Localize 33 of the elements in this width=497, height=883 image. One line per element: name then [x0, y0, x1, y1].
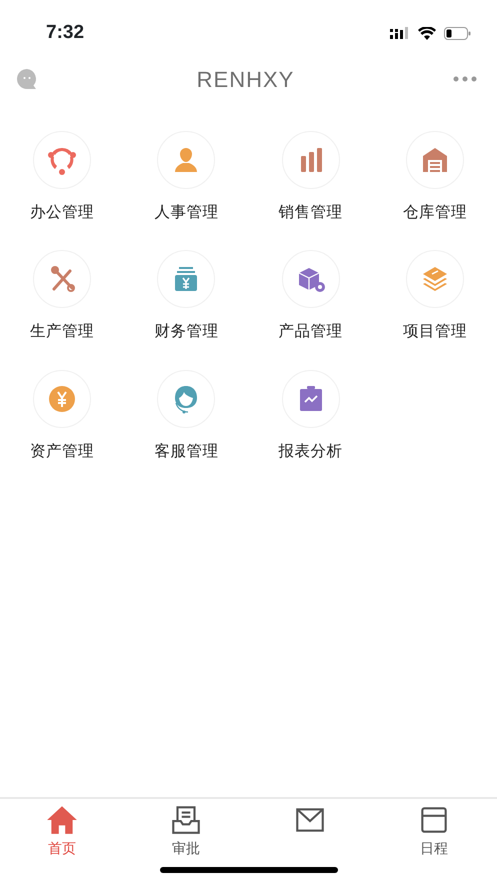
module-button[interactable] — [282, 131, 340, 189]
module-label: 办公管理 — [30, 202, 94, 223]
module-button[interactable] — [33, 370, 92, 428]
more-icon[interactable] — [453, 76, 477, 82]
module-label: 销售管理 — [278, 202, 343, 223]
module-label: 客服管理 — [154, 440, 218, 462]
module-label: 项目管理 — [402, 321, 467, 342]
tab-item[interactable]: 审批 — [124, 799, 248, 883]
module-label: 产品管理 — [278, 321, 343, 342]
wifi-icon — [418, 26, 436, 40]
module-label: 仓库管理 — [402, 202, 467, 223]
module-button[interactable] — [406, 131, 464, 189]
module-button[interactable] — [406, 250, 464, 308]
inbox-document-icon — [169, 803, 203, 837]
module-button[interactable] — [157, 131, 216, 189]
module-button[interactable] — [157, 370, 216, 428]
module-button[interactable] — [33, 131, 92, 189]
signal-icon — [390, 26, 410, 40]
status-time: 7:32 — [46, 20, 84, 45]
tab-item[interactable]: 首页 — [0, 799, 124, 883]
module-label: 人事管理 — [154, 202, 218, 223]
module-button[interactable] — [33, 250, 92, 308]
module-button[interactable] — [282, 250, 340, 308]
module-label: 资产管理 — [30, 440, 94, 462]
module-label: 报表分析 — [278, 440, 343, 462]
chat-icon[interactable] — [16, 68, 38, 90]
module-label: 生产管理 — [30, 321, 94, 342]
module-button[interactable] — [282, 370, 340, 428]
tab-item[interactable]: 日程 — [372, 799, 496, 883]
module-label: 财务管理 — [154, 321, 218, 342]
battery-icon — [444, 26, 471, 40]
module-button[interactable] — [157, 250, 216, 308]
app-title: RENHXY — [196, 66, 294, 94]
